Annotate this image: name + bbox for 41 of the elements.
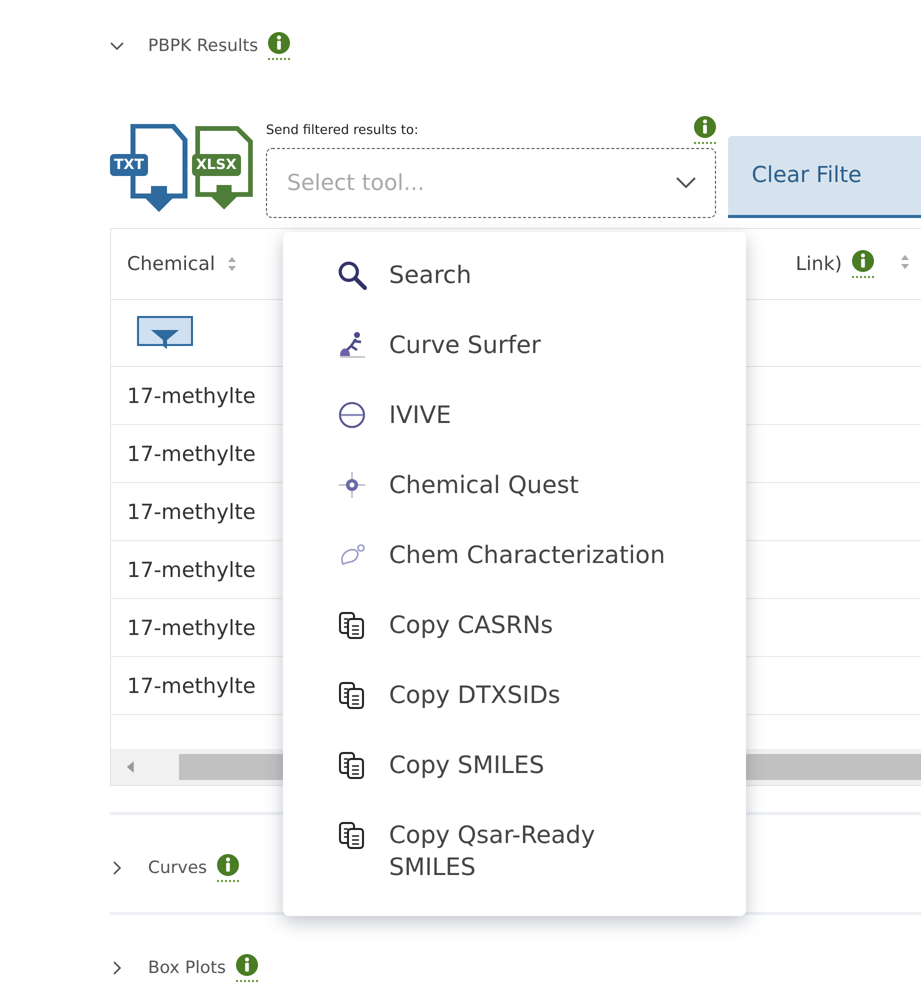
chevron-icon [676, 177, 696, 189]
section-title[interactable]: Box Plots [148, 958, 226, 978]
menu-item[interactable]: Copy DTXSIDs [389, 679, 689, 711]
field-label: Send filtered results to: [266, 123, 418, 138]
file-type-label: TXT [110, 154, 148, 176]
menu-item[interactable]: Chemical Quest [389, 469, 689, 501]
section-title[interactable]: Curves [148, 858, 208, 878]
menu-item[interactable]: Copy Qsar-Ready SMILES [389, 819, 689, 883]
menu-item[interactable]: Chem Characterization [389, 539, 689, 571]
menu-item[interactable]: Search [389, 259, 689, 291]
ring-icon [337, 400, 367, 430]
column-header[interactable]: Chemical [127, 253, 216, 275]
menu-item[interactable]: Curve Surfer [389, 329, 689, 361]
table-cell: 17-methylte [127, 674, 256, 698]
search-icon [337, 260, 367, 290]
table-cell: 17-methylte [127, 384, 256, 408]
menu-item[interactable]: IVIVE [389, 399, 689, 431]
surfer-icon [337, 330, 367, 360]
compass-icon [337, 470, 367, 500]
info-icon[interactable] [694, 116, 716, 144]
copy-icon [337, 680, 367, 710]
copy-icon [337, 750, 367, 780]
menu-item[interactable]: Copy CASRNs [389, 609, 689, 641]
table-cell: 17-methylte [127, 442, 256, 466]
section-title[interactable]: PBPK Results [148, 36, 258, 56]
info-icon[interactable] [268, 32, 290, 60]
table-cell: 17-methylte [127, 616, 256, 640]
info-icon[interactable] [217, 854, 240, 882]
copy-icon [337, 820, 367, 850]
clear-filter-button[interactable]: Clear Filte [728, 136, 921, 218]
tool-select[interactable]: Select tool... [266, 148, 716, 218]
menu-item[interactable]: Copy SMILES [389, 749, 689, 781]
table-cell: 17-methylte [127, 500, 256, 524]
table-cell: 17-methylte [127, 558, 256, 582]
filter-icon[interactable] [137, 316, 193, 350]
column-header[interactable]: Link) [796, 253, 842, 275]
info-icon[interactable] [236, 954, 258, 982]
scroll-left-icon[interactable] [125, 760, 135, 774]
file-type-label: XLSX [192, 154, 241, 176]
copy-icon [337, 610, 367, 640]
info-icon[interactable] [852, 250, 874, 278]
